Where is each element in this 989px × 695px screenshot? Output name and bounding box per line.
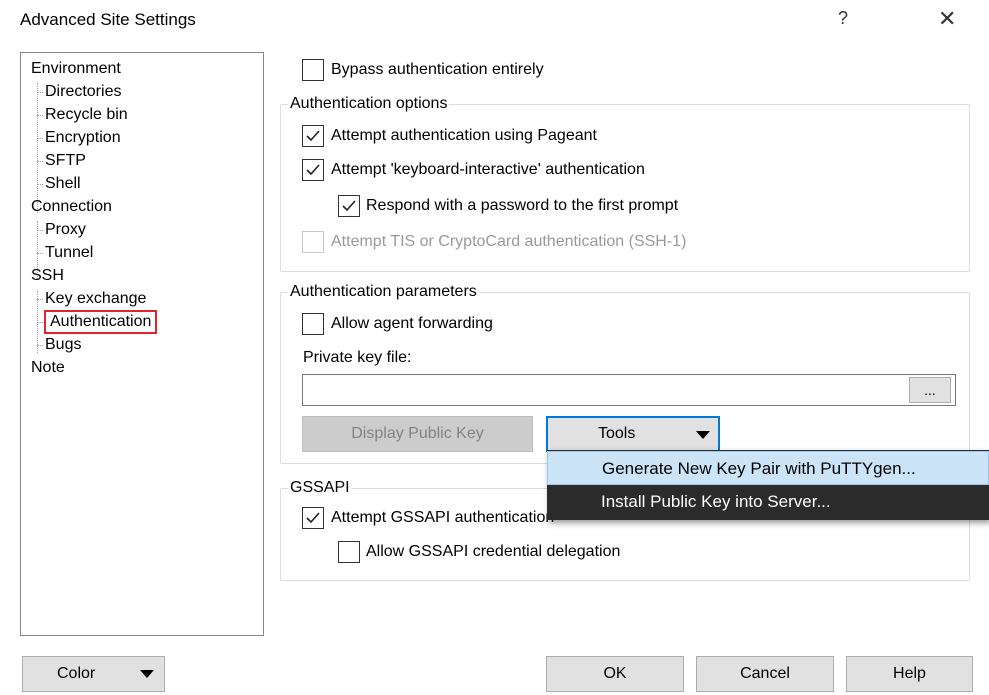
tree-item-note[interactable]: Note — [31, 358, 65, 378]
tree-item-encryption[interactable]: Encryption — [45, 128, 121, 148]
tree-item-tunnel[interactable]: Tunnel — [45, 243, 93, 263]
tree-item-key-exchange[interactable]: Key exchange — [45, 289, 146, 309]
bypass-label: Bypass authentication entirely — [331, 61, 544, 78]
pageant-checkbox[interactable] — [302, 125, 324, 147]
tree-item-authentication[interactable]: Authentication — [44, 310, 158, 334]
checkmark-icon — [306, 130, 320, 142]
tree-item-sftp[interactable]: SFTP — [45, 151, 86, 171]
browse-button[interactable]: ... — [909, 377, 951, 403]
tree-item-connection[interactable]: Connection — [31, 197, 112, 217]
color-label: Color — [57, 665, 96, 682]
checkmark-icon — [306, 164, 320, 176]
bypass-checkbox[interactable] — [302, 59, 324, 81]
tools-menu: Generate New Key Pair with PuTTYgen... I… — [547, 450, 989, 520]
cancel-button[interactable]: Cancel — [696, 656, 834, 692]
respond-password-checkbox[interactable] — [338, 195, 360, 217]
private-key-input[interactable] — [302, 374, 956, 406]
tree-item-shell[interactable]: Shell — [45, 174, 81, 194]
keyboard-interactive-checkbox[interactable] — [302, 159, 324, 181]
gssapi-title: GSSAPI — [288, 479, 352, 497]
auth-options-title: Authentication options — [288, 95, 450, 113]
close-icon[interactable]: ✕ — [938, 6, 956, 32]
menu-item-generate-key-pair[interactable]: Generate New Key Pair with PuTTYgen... — [547, 451, 989, 485]
checkmark-icon — [342, 200, 356, 212]
tools-button[interactable]: Tools — [546, 416, 720, 452]
tree-item-bugs[interactable]: Bugs — [45, 335, 81, 355]
tree-item-proxy[interactable]: Proxy — [45, 220, 86, 240]
tis-label: Attempt TIS or CryptoCard authentication… — [331, 233, 687, 250]
dialog-title: Advanced Site Settings — [20, 10, 196, 29]
gssapi-attempt-label: Attempt GSSAPI authentication — [331, 509, 555, 526]
gssapi-attempt-checkbox[interactable] — [302, 507, 324, 529]
gssapi-delegation-checkbox[interactable] — [338, 541, 360, 563]
keyboard-interactive-label: Attempt 'keyboard-interactive' authentic… — [331, 161, 645, 178]
auth-params-title: Authentication parameters — [288, 283, 479, 301]
help-icon[interactable]: ? — [838, 8, 848, 29]
help-button[interactable]: Help — [846, 656, 973, 692]
menu-item-install-public-key[interactable]: Install Public Key into Server... — [547, 485, 989, 519]
ok-button[interactable]: OK — [546, 656, 684, 692]
tree-item-recycle-bin[interactable]: Recycle bin — [45, 105, 128, 125]
checkmark-icon — [306, 512, 320, 524]
settings-tree[interactable]: Environment Directories Recycle bin Encr… — [20, 52, 264, 636]
tools-label: Tools — [598, 425, 636, 442]
respond-password-label: Respond with a password to the first pro… — [366, 197, 679, 214]
chevron-down-icon — [140, 670, 154, 678]
tree-item-environment[interactable]: Environment — [31, 59, 121, 79]
pageant-label: Attempt authentication using Pageant — [331, 127, 597, 144]
display-public-key-button: Display Public Key — [302, 416, 533, 452]
tree-item-ssh[interactable]: SSH — [31, 266, 64, 286]
agent-forwarding-checkbox[interactable] — [302, 313, 324, 335]
chevron-down-icon — [696, 431, 710, 439]
tis-checkbox — [302, 231, 324, 253]
private-key-label: Private key file: — [303, 349, 412, 366]
color-button[interactable]: Color — [22, 656, 165, 692]
gssapi-delegation-label: Allow GSSAPI credential delegation — [366, 543, 621, 560]
tree-item-directories[interactable]: Directories — [45, 82, 121, 102]
agent-forwarding-label: Allow agent forwarding — [331, 315, 493, 332]
